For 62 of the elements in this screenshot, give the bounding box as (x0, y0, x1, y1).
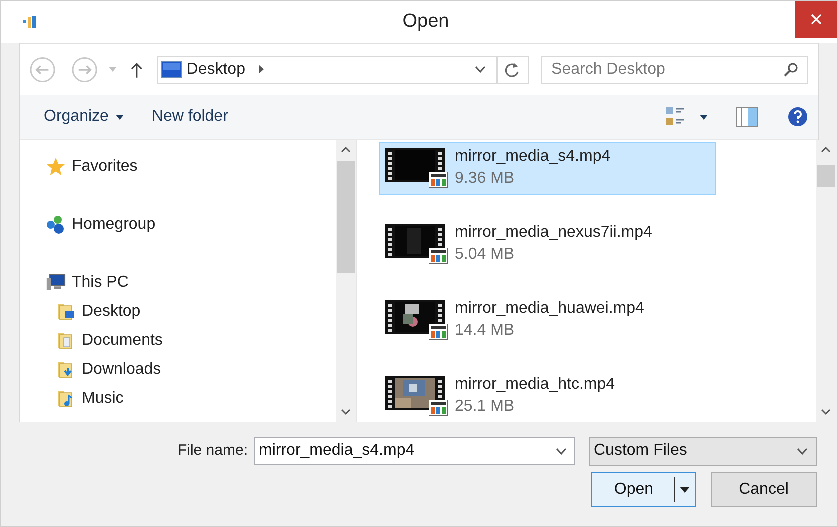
scroll-thumb[interactable] (337, 161, 355, 273)
help-icon[interactable] (788, 107, 808, 127)
media-player-icon (429, 400, 448, 416)
scroll-down-icon[interactable] (821, 409, 831, 415)
chevron-down-icon (797, 448, 808, 454)
caret-icon (116, 114, 124, 120)
caret-icon (680, 486, 690, 492)
search-icon (784, 62, 798, 76)
tree-item[interactable]: Documents (46, 326, 336, 355)
toolbar-button[interactable]: New folder (142, 102, 238, 132)
file-item[interactable]: mirror_media_huawei.mp4 14.4 MB (379, 294, 716, 346)
file-size: 5.04 MB (455, 245, 516, 266)
file-size: 14.4 MB (455, 320, 516, 341)
tree-item[interactable]: Music (46, 384, 336, 413)
refresh-icon (505, 62, 520, 78)
tree-item[interactable]: Desktop (46, 297, 336, 326)
file-size: 25.1 MB (455, 396, 516, 417)
open-button[interactable]: Open (591, 472, 696, 507)
file-name-field[interactable]: mirror_media_s4.mp4 (254, 437, 575, 465)
file-item[interactable]: mirror_media_nexus7ii.mp4 5.04 MB (379, 218, 716, 270)
address-text: Desktop (186, 60, 246, 80)
scroll-thumb[interactable] (817, 165, 835, 187)
file-name: mirror_media_nexus7ii.mp4 (455, 223, 652, 244)
address-bar[interactable]: Desktop (156, 56, 498, 84)
file-name-label: File name: (178, 440, 248, 461)
organize-menu[interactable]: Organize (34, 102, 134, 132)
chevron-down-icon[interactable] (475, 66, 486, 73)
up-arrow-icon[interactable] (130, 62, 143, 78)
file-size: 9.36 MB (455, 169, 516, 190)
computer-icon (46, 272, 66, 292)
preview-pane-icon[interactable] (736, 107, 758, 127)
close-button[interactable] (795, 1, 837, 38)
scroll-up-icon[interactable] (341, 147, 351, 153)
file-type-dropdown[interactable]: Custom Files (589, 436, 817, 466)
app-icon (23, 15, 37, 29)
tree-item[interactable]: Downloads (46, 355, 336, 384)
file-name: mirror_media_htc.mp4 (455, 374, 616, 395)
scroll-down-icon[interactable] (341, 409, 351, 415)
homegroup-icon (46, 214, 66, 234)
navigation-item[interactable]: This PC (46, 268, 336, 297)
chevron-right-icon[interactable] (259, 65, 264, 74)
chevron-down-icon[interactable] (556, 448, 567, 455)
media-player-icon (429, 324, 448, 340)
file-item[interactable]: mirror_media_s4.mp4 9.36 MB (379, 142, 716, 195)
search-field[interactable]: Search Desktop (540, 56, 808, 84)
file-name: mirror_media_s4.mp4 (455, 147, 611, 168)
navigation-item[interactable]: Homegroup (46, 210, 336, 239)
folder-icon (56, 302, 76, 322)
navigation-item[interactable]: Favorites (46, 152, 336, 181)
media-player-icon (429, 172, 448, 188)
refresh-button[interactable] (497, 56, 529, 84)
file-item[interactable]: mirror_media_htc.mp4 25.1 MB (379, 369, 716, 422)
star-icon (46, 156, 66, 176)
media-player-icon (429, 248, 448, 264)
scroll-up-icon[interactable] (821, 147, 831, 153)
scrollbar[interactable] (336, 140, 356, 422)
cancel-button[interactable]: Cancel (711, 472, 817, 507)
window-title: Open (402, 10, 450, 34)
file-name: mirror_media_huawei.mp4 (455, 298, 644, 319)
close-icon (810, 14, 822, 25)
desktop-icon (160, 61, 182, 78)
caret-icon[interactable] (700, 114, 708, 120)
